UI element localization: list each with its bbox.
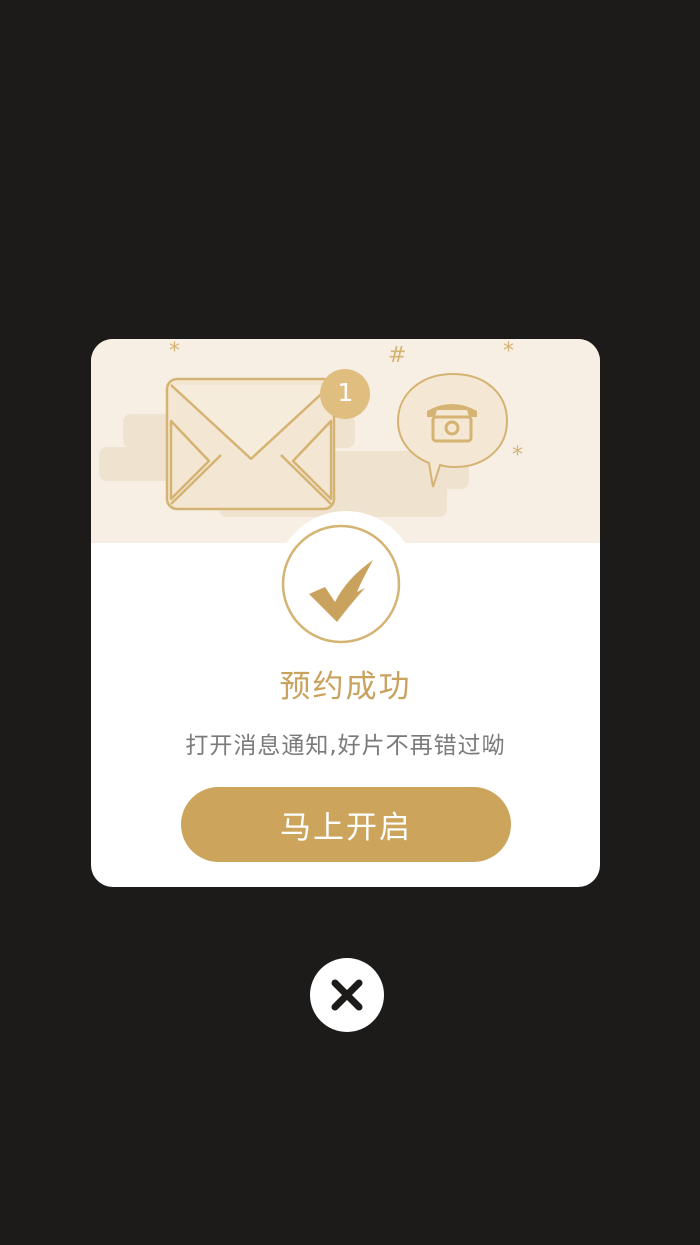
dialog-subtitle: 打开消息通知,好片不再错过呦 bbox=[185, 733, 506, 759]
backdrop-overlay: 1 * # * * 预约成功 打开消息通知,好片不再错过呦 马上开启 bbox=[0, 0, 700, 1245]
close-button[interactable] bbox=[310, 958, 384, 1032]
reservation-success-dialog: 1 * # * * 预约成功 打开消息通知,好片不再错过呦 马上开启 bbox=[91, 339, 600, 887]
decor-asterisk: * bbox=[169, 339, 180, 364]
decor-asterisk: * bbox=[512, 443, 523, 468]
decor-asterisk: * bbox=[503, 339, 514, 364]
decor-hash: # bbox=[388, 343, 407, 368]
dialog-title: 预约成功 bbox=[279, 669, 412, 705]
enable-notifications-button[interactable]: 马上开启 bbox=[181, 787, 511, 862]
check-icon bbox=[281, 524, 401, 644]
close-icon bbox=[331, 979, 363, 1011]
envelope-icon bbox=[165, 377, 336, 511]
badge-count: 1 bbox=[337, 378, 354, 407]
